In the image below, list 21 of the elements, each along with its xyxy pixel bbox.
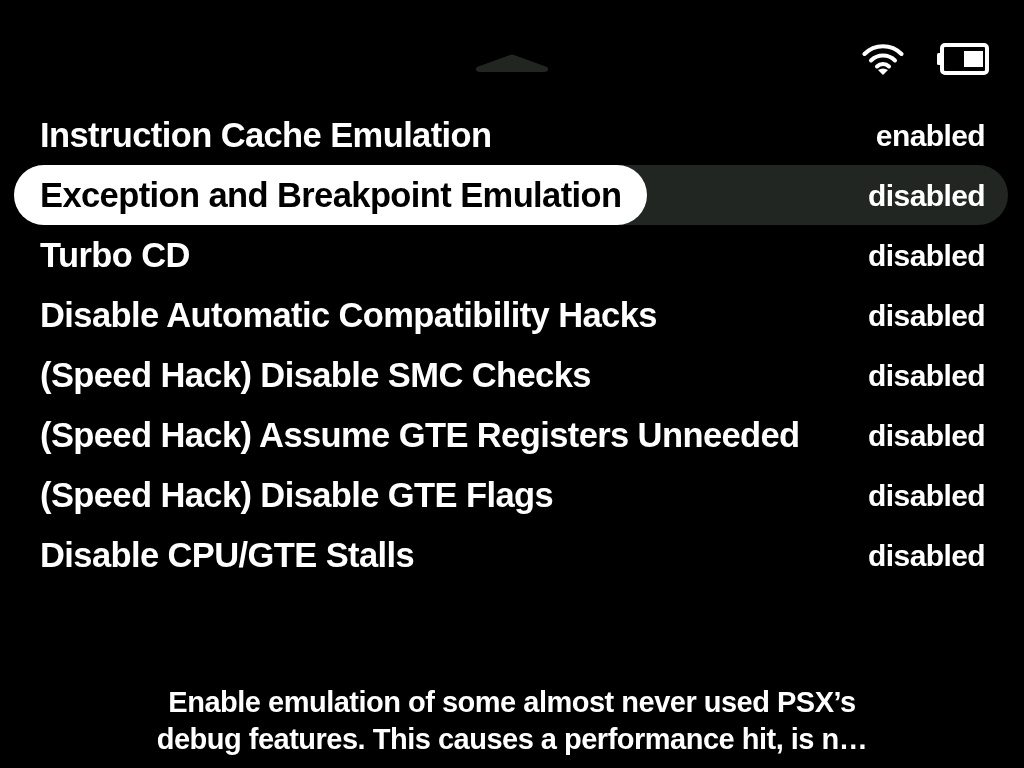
setting-label[interactable]: (Speed Hack) Assume GTE Registers Unneeded xyxy=(14,405,825,465)
setting-value: enabled xyxy=(875,117,986,154)
setting-label[interactable]: Turbo CD xyxy=(14,225,215,285)
battery-icon xyxy=(937,43,989,75)
setting-value: disabled xyxy=(868,477,986,514)
setting-value: disabled xyxy=(868,177,986,214)
setting-value: disabled xyxy=(868,417,986,454)
setting-value: disabled xyxy=(868,537,986,574)
up-arrow-icon[interactable] xyxy=(475,54,549,72)
setting-label[interactable]: Disable CPU/GTE Stalls xyxy=(14,525,440,585)
setting-label[interactable]: Exception and Breakpoint Emulation xyxy=(14,165,647,225)
description-text: Enable emulation of some almost never used PSX’s debug features. This causes a performance hit, is n… xyxy=(155,685,869,757)
selection-bar[interactable]: Exception and Breakpoint Emulation disabled xyxy=(14,165,1008,225)
setting-label[interactable]: (Speed Hack) Disable GTE Flags xyxy=(14,465,579,525)
setting-label[interactable]: (Speed Hack) Disable SMC Checks xyxy=(14,345,616,405)
setting-label[interactable]: Disable Automatic Compatibility Hacks xyxy=(14,285,682,345)
setting-value: disabled xyxy=(868,357,986,394)
wifi-icon xyxy=(862,43,904,75)
setting-value: disabled xyxy=(868,237,986,274)
setting-label[interactable]: Instruction Cache Emulation xyxy=(14,105,517,165)
setting-value: disabled xyxy=(868,297,986,334)
